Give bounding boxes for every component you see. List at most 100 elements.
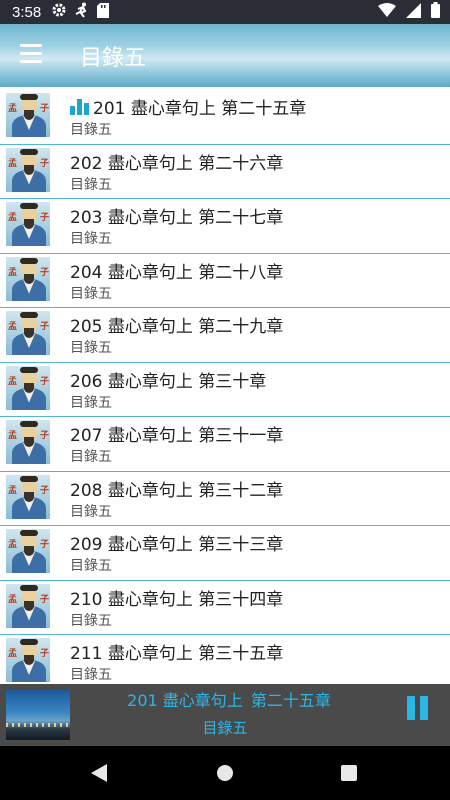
mencius-portrait-thumbnail: 孟子 xyxy=(6,474,50,519)
track-title-text: 211 盡心章句上 第三十五章 xyxy=(70,644,284,664)
track-title-text: 203 盡心章句上 第二十七章 xyxy=(70,208,284,228)
track-title-text: 209 盡心章句上 第三十三章 xyxy=(70,535,284,555)
track-title: 209 盡心章句上 第三十三章 xyxy=(70,530,283,555)
thumbnail-char: 子 xyxy=(40,213,50,223)
track-list-item[interactable]: 孟子 211 盡心章句上 第三十五章 目錄五 xyxy=(0,635,450,684)
track-subtitle: 目錄五 xyxy=(70,231,112,247)
track-title: 208 盡心章句上 第三十二章 xyxy=(70,476,283,501)
track-list-item[interactable]: 孟子 203 盡心章句上 第二十七章 目錄五 xyxy=(0,199,450,254)
now-playing-subtitle: 目錄五 xyxy=(202,719,248,737)
back-icon[interactable] xyxy=(91,764,107,782)
thumbnail-char: 子 xyxy=(40,431,50,441)
thumbnail-char: 子 xyxy=(40,540,50,550)
status-left-icons xyxy=(51,2,117,22)
track-subtitle: 目錄五 xyxy=(70,394,112,411)
thumbnail-char: 孟 xyxy=(8,104,18,114)
battery-icon xyxy=(431,2,440,22)
thumbnail-char: 子 xyxy=(40,104,50,114)
track-subtitle: 目錄五 xyxy=(70,503,112,520)
thumbnail-char: 孟 xyxy=(8,540,18,550)
track-title-text: 201 盡心章句上 第二十五章 xyxy=(93,99,307,119)
mencius-portrait-thumbnail: 孟子 xyxy=(6,147,50,192)
pause-icon[interactable] xyxy=(405,696,429,724)
track-subtitle: 目錄五 xyxy=(70,340,112,356)
track-list[interactable]: 孟子 201 盡心章句上 第二十五章 目錄五孟子 202 盡心章句上 第二十六章 目錄五… xyxy=(0,90,450,684)
thumbnail-char: 子 xyxy=(40,594,50,605)
mencius-portrait-thumbnail: 孟子 xyxy=(6,529,50,573)
thumbnail-char: 子 xyxy=(40,376,50,387)
track-title: 201 盡心章句上 第二十五章 xyxy=(70,94,306,119)
thumbnail-char: 子 xyxy=(40,322,50,332)
thumbnail-char: 孟 xyxy=(8,376,18,387)
track-subtitle: 目錄五 xyxy=(70,449,112,465)
thumbnail-char: 子 xyxy=(40,267,50,278)
track-title: 204 盡心章句上 第二十八章 xyxy=(70,258,283,283)
mencius-portrait-thumbnail: 孟子 xyxy=(6,256,50,301)
track-list-item[interactable]: 孟子 201 盡心章句上 第二十五章 目錄五 xyxy=(0,90,450,145)
track-title-text: 205 盡心章句上 第二十九章 xyxy=(70,317,284,337)
now-playing-title: 201 盡心章句上 第二十五章 xyxy=(0,687,450,711)
track-list-item[interactable]: 孟子 208 盡心章句上 第三十二章 目錄五 xyxy=(0,471,450,526)
mencius-portrait-thumbnail: 孟子 xyxy=(6,638,50,682)
track-subtitle: 目錄五 xyxy=(70,667,112,683)
track-list-item[interactable]: 孟子 209 盡心章句上 第三十三章 目錄五 xyxy=(0,526,450,581)
now-playing-chapter: 第二十五章 xyxy=(250,691,331,710)
thumbnail-char: 孟 xyxy=(8,158,18,169)
mencius-portrait-thumbnail: 孟子 xyxy=(6,583,50,628)
track-subtitle: 目錄五 xyxy=(70,285,112,302)
track-title: 205 盡心章句上 第二十九章 xyxy=(70,312,283,337)
track-title-text: 206 盡心章句上 第三十章 xyxy=(70,371,267,392)
runner-icon xyxy=(75,2,89,22)
track-list-item[interactable]: 孟子 205 盡心章句上 第二十九章 目錄五 xyxy=(0,308,450,363)
thumbnail-char: 孟 xyxy=(8,267,18,278)
recent-apps-icon[interactable] xyxy=(341,765,357,781)
system-nav-bar xyxy=(0,746,450,800)
track-title-text: 204 盡心章句上 第二十八章 xyxy=(70,262,284,283)
home-icon[interactable] xyxy=(217,765,233,781)
track-subtitle: 目錄五 xyxy=(70,612,112,629)
thumbnail-char: 孟 xyxy=(8,322,18,332)
track-title-text: 207 盡心章句上 第三十一章 xyxy=(70,426,284,446)
now-playing-equalizer-icon xyxy=(70,99,90,115)
track-title: 202 盡心章句上 第二十六章 xyxy=(70,149,283,174)
thumbnail-char: 孟 xyxy=(8,649,18,659)
sd-card-icon xyxy=(97,2,110,22)
track-list-item[interactable]: 孟子 207 盡心章句上 第三十一章 目錄五 xyxy=(0,417,450,472)
track-list-item[interactable]: 孟子 210 盡心章句上 第三十四章 目錄五 xyxy=(0,580,450,635)
track-title-text: 208 盡心章句上 第三十二章 xyxy=(70,480,284,501)
thumbnail-char: 孟 xyxy=(8,594,18,605)
now-playing-bar[interactable]: 201 盡心章句上 第二十五章 目錄五 xyxy=(0,684,450,746)
track-list-item[interactable]: 孟 子 206 盡心章句上 第三十章目錄五 xyxy=(0,362,450,417)
thumbnail-char: 孟 xyxy=(8,213,18,223)
track-title: 211 盡心章句上 第三十五章 xyxy=(70,639,283,664)
track-list-item[interactable]: 孟子 204 盡心章句上 第二十八章 目錄五 xyxy=(0,253,450,308)
track-title-text: 210 盡心章句上 第三十四章 xyxy=(70,589,284,610)
thumbnail-char: 子 xyxy=(40,485,50,496)
signal-icon xyxy=(406,2,421,22)
page-title: 目錄五 xyxy=(80,46,147,71)
track-title: 207 盡心章句上 第三十一章 xyxy=(70,421,283,446)
mencius-portrait-thumbnail: 孟子 xyxy=(6,311,50,355)
track-subtitle: 目錄五 xyxy=(70,122,112,138)
mencius-portrait-thumbnail: 孟子 xyxy=(6,93,50,137)
thumbnail-char: 孟 xyxy=(8,431,18,441)
status-time: 3:58 xyxy=(12,3,42,21)
track-title: 206 盡心章句上 第三十章 xyxy=(70,367,266,392)
track-subtitle: 目錄五 xyxy=(70,558,112,574)
mencius-portrait-thumbnail: 孟子 xyxy=(6,202,50,246)
now-playing-track: 201 盡心章句上 xyxy=(127,691,243,710)
track-subtitle: 目錄五 xyxy=(70,176,112,193)
app-bar: 目錄五 xyxy=(0,24,450,87)
track-title: 203 盡心章句上 第二十七章 xyxy=(70,203,283,228)
track-list-item[interactable]: 孟子 202 盡心章句上 第二十六章 目錄五 xyxy=(0,144,450,199)
thumbnail-char: 孟 xyxy=(8,485,18,496)
track-title: 210 盡心章句上 第三十四章 xyxy=(70,585,283,610)
status-bar: 3:58 xyxy=(0,0,450,24)
mencius-portrait-thumbnail: 孟子 xyxy=(6,420,50,464)
gear-icon xyxy=(51,2,67,22)
thumbnail-char: 子 xyxy=(40,158,50,169)
track-title-text: 202 盡心章句上 第二十六章 xyxy=(70,153,284,174)
hamburger-menu-icon[interactable] xyxy=(20,44,42,64)
status-right-icons xyxy=(368,0,440,24)
thumbnail-char: 子 xyxy=(40,649,50,659)
